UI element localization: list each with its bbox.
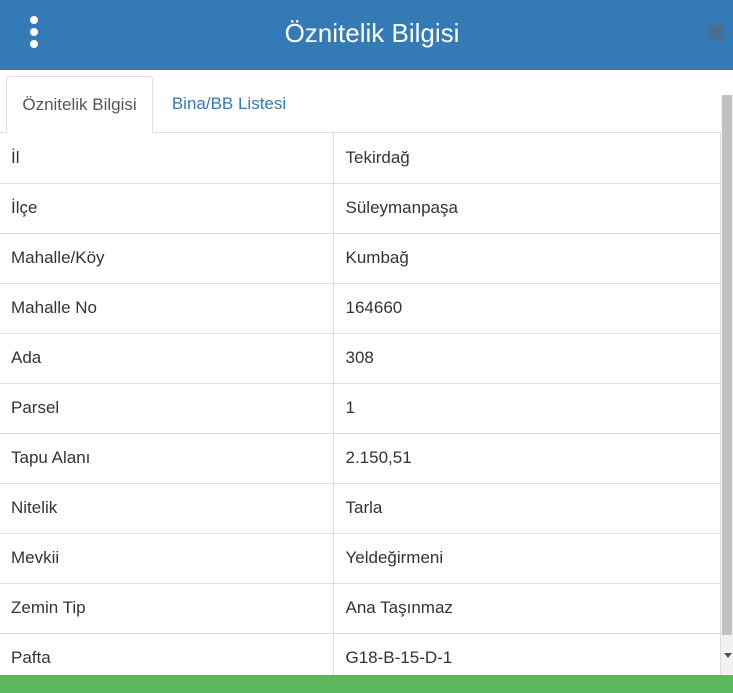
table-row: Ada 308 [0, 333, 721, 384]
attribute-key: İlçe [0, 183, 334, 234]
attribute-key: Ada [0, 333, 334, 384]
tab-bina-bb-listesi[interactable]: Bina/BB Listesi [158, 76, 300, 133]
tab-oznitelik-bilgisi[interactable]: Öznitelik Bilgisi [6, 76, 153, 133]
table-row: Mahalle/Köy Kumbağ [0, 233, 721, 284]
table-row: İlçe Süleymanpaşa [0, 183, 721, 234]
dialog-title: Öznitelik Bilgisi [284, 18, 460, 48]
table-row: Mevkii Yeldeğirmeni [0, 533, 721, 584]
attribute-value: 164660 [333, 283, 721, 334]
attribute-key: Nitelik [0, 483, 334, 534]
attribute-key: Mahalle No [0, 283, 334, 334]
attribute-value: Kumbağ [333, 233, 721, 284]
attribute-value: Süleymanpaşa [333, 183, 721, 234]
table-row: İl Tekirdağ [0, 133, 721, 184]
attribute-value: 2.150,51 [333, 433, 721, 484]
close-icon[interactable]: ✖ [702, 18, 730, 50]
attribute-key: Tapu Alanı [0, 433, 334, 484]
scroll-down-arrow-icon[interactable] [724, 653, 732, 658]
dialog-header: Öznitelik Bilgisi ✖ [0, 0, 733, 70]
attribute-value: Yeldeğirmeni [333, 533, 721, 584]
attribute-key: İl [0, 133, 334, 184]
table-row: Parsel 1 [0, 383, 721, 434]
attribute-value: 1 [333, 383, 721, 434]
attribute-key: Zemin Tip [0, 583, 334, 634]
scrollbar-thumb[interactable] [722, 95, 732, 635]
table-row: Nitelik Tarla [0, 483, 721, 534]
table-row: Zemin Tip Ana Taşınmaz [0, 583, 721, 634]
attribute-value: Ana Taşınmaz [333, 583, 721, 634]
attribute-key: Mahalle/Köy [0, 233, 334, 284]
table-row: Tapu Alanı 2.150,51 [0, 433, 721, 484]
attribute-value: 308 [333, 333, 721, 384]
table-row: Mahalle No 164660 [0, 283, 721, 334]
footer-bar [0, 675, 733, 693]
attribute-value: Tarla [333, 483, 721, 534]
attribute-value: Tekirdağ [333, 133, 721, 184]
attribute-table: İl Tekirdağ İlçe Süleymanpaşa Mahalle/Kö… [0, 133, 721, 684]
tab-bar: Öznitelik Bilgisi Bina/BB Listesi [0, 70, 733, 133]
attribute-key: Parsel [0, 383, 334, 434]
attribute-key: Mevkii [0, 533, 334, 584]
